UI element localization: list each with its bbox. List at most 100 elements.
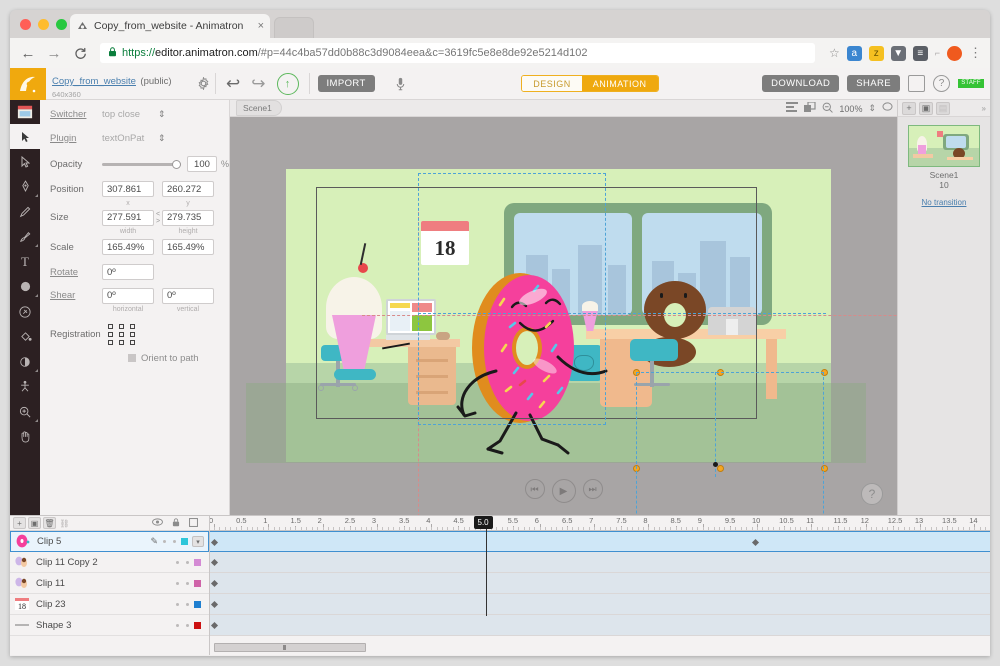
registration-grid[interactable]	[108, 323, 138, 345]
redo-arrow-icon[interactable]: ↪	[251, 74, 265, 94]
add-layer-button[interactable]: +	[13, 517, 26, 529]
keyframe[interactable]	[210, 538, 219, 547]
layer-toggles[interactable]	[176, 560, 189, 564]
extension-gray-icon[interactable]: ⌐	[935, 48, 940, 58]
bookmark-star-icon[interactable]: ☆	[829, 46, 840, 60]
download-button[interactable]: DOWNLOAD	[762, 75, 840, 92]
zoom-out-icon[interactable]	[822, 102, 834, 116]
tool-pencil-icon[interactable]	[10, 199, 40, 224]
layer-color-swatch[interactable]	[194, 558, 201, 566]
timeline-tracks[interactable]: 0 0.5 1 1.5 2 2.5 3 3.5 4 4.5 5.5 6 6.5 7 7.5 8 8.5 9 9.5 1…	[210, 516, 990, 655]
timeline-track-shape-3[interactable]	[210, 615, 990, 636]
layer-toggles[interactable]	[176, 602, 189, 606]
tool-select-arrow[interactable]	[10, 124, 40, 149]
microphone-icon[interactable]	[383, 68, 418, 99]
breadcrumb-scene1[interactable]: Scene1	[236, 100, 282, 116]
layer-row-clip-23[interactable]: 18 Clip 23	[10, 594, 209, 615]
zoom-stepper-icon[interactable]: ⇕	[868, 103, 876, 114]
window-traffic-lights[interactable]	[20, 19, 67, 30]
comment-icon[interactable]	[882, 102, 893, 115]
opacity-input[interactable]: 100	[186, 156, 217, 172]
layer-color-swatch[interactable]	[194, 621, 201, 629]
tool-brush-icon[interactable]	[10, 224, 40, 249]
scene-card[interactable]: Scene1 10 No transition	[898, 117, 990, 215]
playhead[interactable]	[485, 516, 487, 616]
reg-cell[interactable]	[119, 339, 124, 345]
close-tab-icon[interactable]: ×	[258, 20, 264, 32]
shear-horizontal-input[interactable]: 0º	[102, 287, 154, 304]
keyframe[interactable]	[751, 538, 760, 547]
visibility-toggle[interactable]	[176, 623, 179, 627]
tool-bone-rig-icon[interactable]	[10, 374, 40, 399]
share-button[interactable]: SHARE	[847, 75, 900, 92]
timeline-track-clip-23[interactable]	[210, 594, 990, 615]
reg-cell[interactable]	[108, 331, 113, 337]
tool-hand-icon[interactable]	[10, 424, 40, 449]
link-layer-icon[interactable]: ⛓	[58, 517, 71, 529]
size-link-icon[interactable]: < >	[154, 211, 162, 225]
layer-color-swatch[interactable]	[194, 579, 201, 587]
browser-tab-active[interactable]: Copy_from_website - Animatron ×	[70, 14, 270, 38]
scale-x-input[interactable]: 165.49%	[102, 239, 154, 255]
timeline-horizontal-scrollbar[interactable]	[214, 643, 366, 652]
keyframe[interactable]	[210, 579, 219, 588]
flame-extension-icon[interactable]	[947, 45, 962, 61]
layer-color-swatch[interactable]	[194, 600, 201, 608]
asset-store-icon[interactable]	[10, 100, 40, 124]
play-previous-button[interactable]: ⏮	[524, 479, 545, 499]
tool-subselect-arrow[interactable]	[10, 149, 40, 174]
position-x-input[interactable]: 307.861	[102, 181, 154, 197]
project-name-link[interactable]: Copy_from_website	[52, 76, 136, 87]
visibility-toggle[interactable]	[176, 581, 179, 585]
canvas-viewport[interactable]: 18 ⏮ ▶ ⏭ ?	[230, 117, 897, 515]
tool-shape-ellipse-icon[interactable]	[10, 274, 40, 299]
reg-cell[interactable]	[130, 339, 135, 345]
tab-design[interactable]: DESIGN	[522, 76, 582, 91]
opacity-slider[interactable]	[102, 157, 181, 171]
tab-animation[interactable]: ANIMATION	[581, 76, 658, 91]
maximize-window-button[interactable]	[56, 19, 67, 30]
tool-eyedropper-icon[interactable]	[10, 349, 40, 374]
layer-toggles[interactable]	[163, 540, 176, 543]
align-icon[interactable]	[786, 102, 799, 115]
play-next-button[interactable]: ⏭	[582, 479, 603, 499]
lock-toggle[interactable]	[186, 623, 189, 627]
switcher-value[interactable]: top close	[102, 109, 158, 120]
animatron-logo[interactable]	[10, 68, 46, 100]
help-question-icon[interactable]: ?	[933, 75, 950, 92]
add-scene-button[interactable]: +	[902, 101, 916, 115]
visibility-toggle[interactable]	[176, 560, 179, 564]
reg-cell[interactable]	[119, 323, 124, 329]
layer-toggles[interactable]	[176, 581, 189, 585]
lock-toggle[interactable]	[173, 540, 176, 543]
scene-thumbnail[interactable]	[908, 125, 980, 167]
visibility-toggle[interactable]	[163, 540, 166, 543]
shear-vertical-input[interactable]: 0º	[162, 287, 214, 304]
property-orient-to-path[interactable]: Orient to path	[40, 349, 229, 367]
property-plugin[interactable]: Plugin textOnPat ⇕	[40, 126, 229, 150]
layer-menu-caret-down-icon[interactable]: ▾	[192, 536, 204, 547]
mode-switch[interactable]: DESIGN ANIMATION	[521, 75, 659, 92]
browser-menu-icon[interactable]: ⋮	[969, 45, 982, 61]
project-settings-gear-icon[interactable]	[191, 68, 215, 99]
collapse-panel-icon[interactable]: »	[982, 104, 990, 113]
position-y-input[interactable]: 260.272	[162, 181, 214, 197]
duplicate-scene-button[interactable]: ▣	[919, 101, 933, 115]
undo-arrow-icon[interactable]: ↩	[226, 74, 240, 94]
timeline-track-clip-11-copy-2[interactable]	[210, 552, 990, 573]
close-window-button[interactable]	[20, 19, 31, 30]
property-switcher[interactable]: Switcher top close ⇕	[40, 102, 229, 126]
size-height-input[interactable]: 279.735	[162, 209, 214, 226]
layer-row-clip-5[interactable]: Clip 5 ✎ ▾	[10, 531, 209, 552]
reg-cell[interactable]	[130, 323, 135, 329]
layer-toggles[interactable]	[176, 623, 189, 627]
user-avatar[interactable]: STAFF	[958, 79, 984, 88]
layer-row-shape-3[interactable]: Shape 3	[10, 615, 209, 636]
duplicate-layer-button[interactable]: ▣	[28, 517, 41, 529]
tool-pen-nib-icon[interactable]	[10, 174, 40, 199]
scene-transition-link[interactable]: No transition	[904, 198, 984, 207]
plugin-value[interactable]: textOnPat	[102, 133, 158, 144]
rotate-input[interactable]: 0º	[102, 264, 154, 280]
tool-paint-bucket-icon[interactable]	[10, 324, 40, 349]
edit-pencil-icon[interactable]: ✎	[150, 536, 158, 547]
